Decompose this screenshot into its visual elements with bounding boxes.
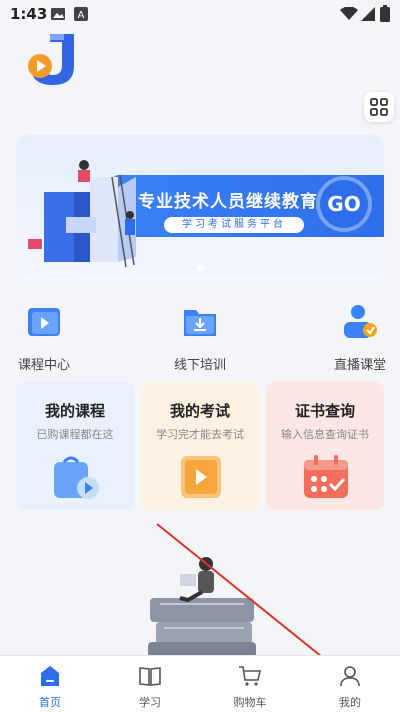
signal-icon bbox=[361, 7, 375, 21]
bottom-tab-bar: 首页 学习 购物车 我的 bbox=[0, 655, 400, 712]
user-icon bbox=[340, 666, 360, 687]
quick-entry-live-class[interactable]: 直播课堂 bbox=[330, 302, 390, 373]
card-subtitle: 输入信息查询证书 bbox=[281, 428, 369, 441]
quick-entry-label: 课程中心 bbox=[17, 358, 70, 373]
exam-play-icon bbox=[181, 456, 221, 498]
play-folder-icon bbox=[28, 308, 60, 336]
tab-label: 我的 bbox=[339, 696, 361, 709]
tab-cart[interactable]: 购物车 bbox=[200, 656, 300, 712]
banner-go-button[interactable]: GO bbox=[320, 180, 368, 228]
tab-home[interactable]: 首页 bbox=[0, 656, 100, 712]
shopping-bag-play-icon bbox=[54, 456, 99, 499]
banner-page-indicator bbox=[197, 264, 204, 271]
app-logo bbox=[28, 34, 74, 85]
a-badge-icon: A bbox=[74, 7, 88, 21]
download-folder-icon bbox=[184, 310, 216, 336]
home-icon bbox=[41, 666, 59, 686]
banner-illustration bbox=[28, 160, 136, 268]
tab-label: 首页 bbox=[39, 696, 61, 709]
card-my-courses[interactable]: 我的课程 已购课程都在这 bbox=[16, 382, 134, 510]
calendar-check-icon bbox=[304, 455, 348, 498]
grid-icon bbox=[370, 98, 388, 116]
quick-entry-course-center[interactable]: 课程中心 bbox=[14, 302, 74, 373]
tab-study[interactable]: 学习 bbox=[100, 656, 200, 712]
svg-text:A: A bbox=[78, 10, 85, 21]
status-bar: 1:43 A bbox=[0, 0, 400, 28]
reading-person-illustration bbox=[148, 557, 256, 658]
quick-entry-label: 线下培训 bbox=[173, 358, 226, 373]
grid-menu-button[interactable] bbox=[364, 92, 394, 122]
banner-title: 专业技术人员继续教育 bbox=[138, 192, 318, 212]
quick-entry-offline-training[interactable]: 线下培训 bbox=[170, 302, 230, 373]
image-icon bbox=[51, 8, 65, 20]
promo-banner[interactable]: 专业技术人员继续教育 学习考试服务平台 GO bbox=[16, 135, 384, 283]
cart-icon bbox=[239, 666, 261, 686]
card-title: 证书查询 bbox=[294, 402, 355, 420]
banner-subtitle: 学习考试服务平台 bbox=[164, 217, 304, 233]
card-my-exams[interactable]: 我的考试 学习完才能去考试 bbox=[141, 382, 259, 510]
wifi-icon bbox=[340, 7, 358, 20]
tab-label: 学习 bbox=[139, 696, 161, 709]
tab-label: 购物车 bbox=[233, 696, 267, 709]
tab-mine[interactable]: 我的 bbox=[300, 656, 400, 712]
card-certificate-query[interactable]: 证书查询 输入信息查询证书 bbox=[266, 382, 384, 510]
status-time: 1:43 bbox=[10, 5, 48, 23]
card-title: 我的课程 bbox=[44, 402, 105, 420]
battery-icon bbox=[380, 5, 390, 22]
card-title: 我的考试 bbox=[169, 402, 230, 420]
card-subtitle: 学习完才能去考试 bbox=[156, 428, 244, 441]
live-person-icon bbox=[344, 305, 377, 338]
card-subtitle: 已购课程都在这 bbox=[36, 428, 114, 441]
quick-entry-label: 直播课堂 bbox=[333, 358, 386, 373]
book-icon bbox=[139, 667, 161, 686]
